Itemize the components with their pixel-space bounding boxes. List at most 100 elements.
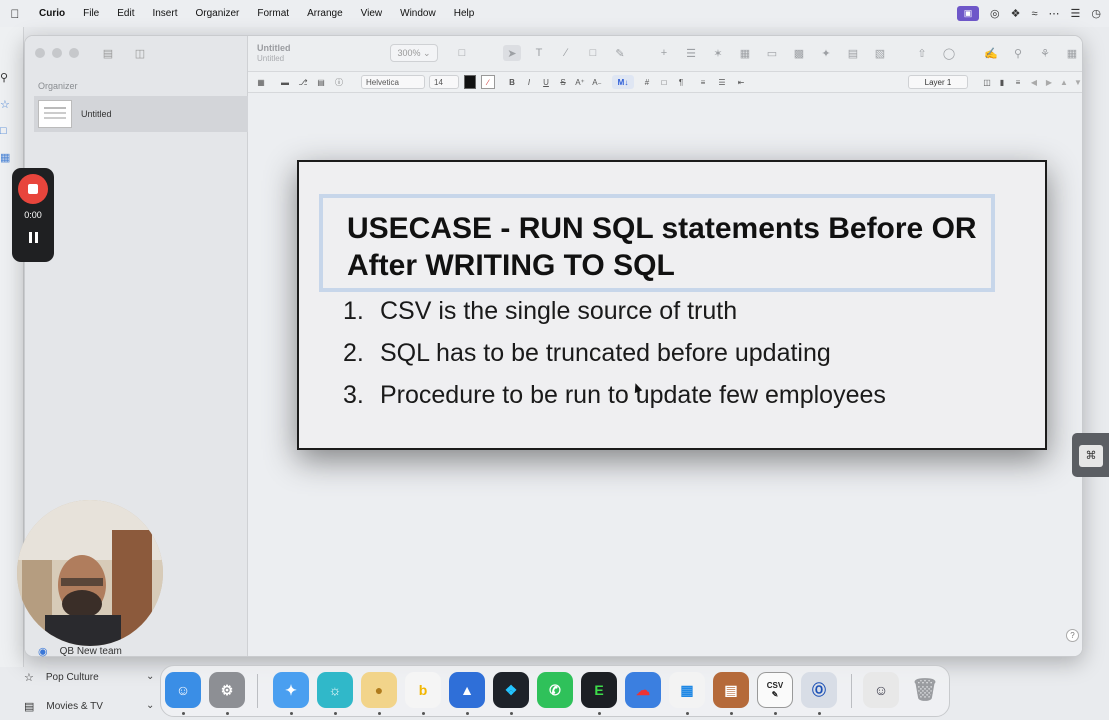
apple-menu-icon[interactable]: 	[0, 7, 30, 21]
indent-icon[interactable]: ⇤	[735, 75, 747, 89]
up-icon[interactable]: ▲	[1058, 75, 1070, 89]
system-settings-icon[interactable]: ⚙	[209, 672, 245, 708]
app-icon-green-e[interactable]: E	[581, 672, 617, 708]
zoom-select[interactable]: 300% ⌄	[390, 44, 438, 62]
menu-view[interactable]: View	[352, 8, 392, 19]
info-icon[interactable]: ⓘ	[332, 75, 346, 89]
grid-icon[interactable]: ▦	[0, 151, 23, 164]
menu-arrange[interactable]: Arrange	[298, 8, 352, 19]
mindmap-icon[interactable]: ✶	[709, 45, 727, 61]
vlc-drive-icon[interactable]: ▲	[449, 672, 485, 708]
pen-tool-icon[interactable]: ✎	[611, 45, 629, 61]
pointer-tool-icon[interactable]: ➤	[503, 45, 521, 61]
lightbulb-icon[interactable]: ◯	[940, 45, 958, 61]
wifi-icon[interactable]: ≈	[1031, 8, 1037, 20]
pin-icon[interactable]: ✦	[817, 45, 835, 61]
menu-help[interactable]: Help	[445, 8, 484, 19]
app-icon-teal[interactable]: ☼	[317, 672, 353, 708]
app-icon-brown[interactable]: ▤	[713, 672, 749, 708]
search-icon[interactable]: ⚲	[1009, 45, 1027, 61]
highlight-color-swatch[interactable]: ∕	[481, 75, 495, 89]
briefcase-icon[interactable]: ▤	[97, 44, 119, 62]
menu-organizer[interactable]: Organizer	[186, 8, 248, 19]
album-icon[interactable]: ▩	[790, 45, 808, 61]
chevron-down-icon[interactable]: ⌄	[146, 700, 154, 711]
chevron-down-icon[interactable]: ⌄	[146, 671, 154, 682]
csv-editor-icon[interactable]: CSV ✎	[757, 672, 793, 708]
markdown-button[interactable]: M↓	[612, 75, 634, 89]
team-item[interactable]: ◉ QB New team	[38, 645, 122, 658]
menu-edit[interactable]: Edit	[108, 8, 143, 19]
list-icon[interactable]: ☰	[682, 45, 700, 61]
webcam-bubble[interactable]	[17, 500, 163, 646]
control-center-icon[interactable]: ☰	[1071, 7, 1081, 20]
tag-icon[interactable]: ⎇	[296, 75, 310, 89]
safari-icon[interactable]: ✦	[273, 672, 309, 708]
help-button[interactable]: ?	[1066, 629, 1079, 642]
tableplus-elephant-icon[interactable]: ●	[361, 672, 397, 708]
share-icon[interactable]: ⇧	[913, 45, 931, 61]
stop-recording-button[interactable]	[18, 174, 48, 204]
sidebar-toggle-icon[interactable]: ◫	[129, 44, 151, 62]
underline-button[interactable]: U	[540, 75, 552, 89]
next-icon[interactable]: ▶	[1043, 75, 1055, 89]
slide-figure[interactable]: USECASE - RUN SQL statements Before OR A…	[297, 160, 1047, 450]
inspector-icon[interactable]: ✍	[982, 45, 1000, 61]
menu-window[interactable]: Window	[391, 8, 445, 19]
text-color-swatch[interactable]	[464, 75, 476, 89]
floating-app-widget[interactable]: ⌘	[1072, 433, 1109, 477]
shape-style-icon[interactable]: ▬	[278, 75, 292, 89]
app-icon-cloud[interactable]: ☁	[625, 672, 661, 708]
library-icon[interactable]: ⚘	[1036, 45, 1054, 61]
pause-button[interactable]	[27, 232, 39, 244]
line-tool-icon[interactable]: ∕	[557, 45, 575, 61]
status-icon[interactable]: ▦	[1063, 45, 1081, 61]
pinboard-icon[interactable]: ▧	[871, 45, 889, 61]
bullet-list-icon[interactable]: ≡	[697, 75, 709, 89]
more-icon[interactable]: ⋯	[1049, 7, 1060, 20]
add-icon[interactable]: +	[655, 45, 673, 61]
close-window-button[interactable]	[35, 48, 45, 58]
organizer-item-untitled[interactable]: Untitled	[34, 96, 248, 132]
box-icon[interactable]: □	[658, 75, 670, 89]
app-icon-dark[interactable]: ❖	[493, 672, 529, 708]
pop-culture-item[interactable]: ☆ Pop Culture	[24, 671, 99, 684]
zoom-window-button[interactable]	[69, 48, 79, 58]
table-icon[interactable]: ▦	[736, 45, 754, 61]
paragraph-button[interactable]: ¶	[675, 75, 687, 89]
checklist-icon[interactable]: ☰	[716, 75, 728, 89]
font-select[interactable]: Helvetica	[361, 75, 425, 89]
whatsapp-icon[interactable]: ✆	[537, 672, 573, 708]
screen-recorder-status-icon[interactable]: ▣	[956, 6, 979, 21]
bezel-icon[interactable]: b	[405, 672, 441, 708]
stack-icon[interactable]: ▤	[844, 45, 862, 61]
menu-insert[interactable]: Insert	[143, 8, 186, 19]
layout-icon[interactable]: ◫	[981, 75, 993, 89]
movies-tv-item[interactable]: ▤ Movies & TV	[24, 700, 103, 713]
export-icon[interactable]: □	[453, 45, 471, 61]
windows-app-icon[interactable]: ▦	[669, 672, 705, 708]
status-icon-globe[interactable]: ◎	[990, 7, 1000, 20]
align-icon[interactable]: ≡	[1012, 75, 1024, 89]
subscript-icon[interactable]: A₋	[591, 75, 603, 89]
layer-select[interactable]: Layer 1	[908, 75, 968, 89]
status-icon-app[interactable]: ❖	[1011, 7, 1021, 20]
shape-tool-icon[interactable]: □	[584, 45, 602, 61]
idea-space-canvas[interactable]: USECASE - RUN SQL statements Before OR A…	[248, 93, 1082, 656]
minimize-window-button[interactable]	[52, 48, 62, 58]
hashtag-button[interactable]: #	[641, 75, 653, 89]
menu-file[interactable]: File	[74, 8, 108, 19]
title-selection-box[interactable]: USECASE - RUN SQL statements Before OR A…	[319, 194, 995, 292]
bold-button[interactable]: B	[506, 75, 518, 89]
trash-icon[interactable]: 🗑	[907, 672, 943, 708]
1password-icon[interactable]: Ⓞ	[801, 672, 837, 708]
notes-icon[interactable]: ▤	[314, 75, 328, 89]
previous-icon[interactable]: ◀	[1028, 75, 1040, 89]
finder-icon[interactable]: ☺	[165, 672, 201, 708]
style-icon[interactable]: ▦	[254, 75, 268, 89]
menu-format[interactable]: Format	[248, 8, 298, 19]
superscript-icon[interactable]: A⁺	[574, 75, 586, 89]
search-icon[interactable]: ⚲	[0, 71, 23, 84]
star-icon[interactable]: ☆	[0, 98, 23, 111]
menu-app-name[interactable]: Curio	[30, 8, 74, 19]
